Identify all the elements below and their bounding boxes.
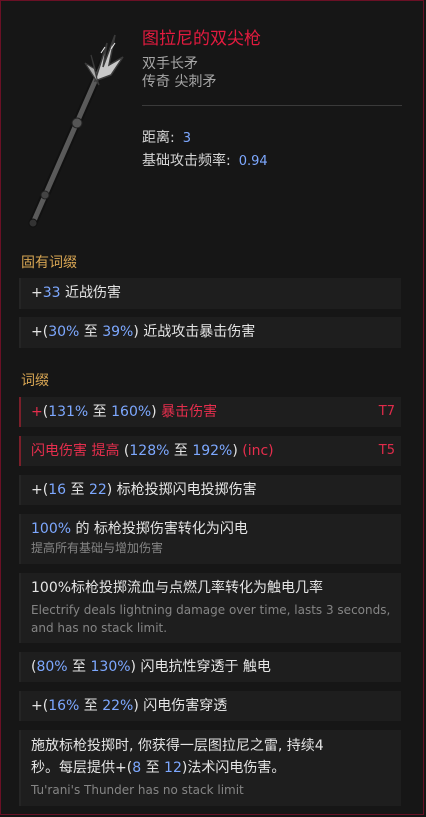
affix-text: 至 [66, 482, 89, 498]
stat-attack-rate: 基础攻击频率: 0.94 [142, 150, 268, 173]
affix-value: 192% [192, 443, 233, 459]
affix-text: )法术闪电伤害。 [181, 760, 286, 776]
affix-text: 至 [169, 443, 193, 459]
item-tooltip: 图拉尼的双尖枪 双手长矛 传奇 尖刺矛 距离: 3 基础攻击频率: 0.94 固有词… [0, 0, 424, 815]
affix-value: 16% [48, 698, 80, 714]
implicit-affix: +(30% 至 39%) 近战攻击暴击伤害 [19, 317, 401, 348]
affix-description: 提高所有基础与增加伤害 [31, 541, 164, 555]
affix-text: ) 标枪投掷闪电投掷伤害 [106, 482, 257, 498]
affix-value: 130% [90, 659, 131, 675]
double-spear-image [28, 34, 124, 228]
affix-text: 的 标枪投掷伤害转化为闪电 [71, 521, 248, 537]
affix-value: 80% [36, 659, 68, 675]
affix-lightning-resist-pen: (80% 至 130%) 闪电抗性穿透于 触电 [19, 652, 401, 682]
affix-text: 秒。每层提供+( [31, 760, 133, 776]
affix-value: 12 [164, 760, 182, 776]
affix-value: 16 [48, 482, 67, 498]
divider [142, 105, 402, 106]
affix-lightning-damage: 闪电伤害 提高 (128% 至 192%) (inc) T5 [19, 436, 401, 466]
affix-value: 131% [48, 404, 89, 420]
stat-label: 基础攻击频率: [142, 153, 231, 169]
affix-section-title: 词缀 [21, 373, 49, 389]
affix-text: +( [31, 324, 49, 340]
affix-javelin-lightning: +(16 至 22) 标枪投掷闪电投掷伤害 [19, 475, 401, 505]
affix-description: Electrify deals lightning damage over ti… [31, 603, 391, 635]
affix-damage-conversion: 100% 的 标枪投掷伤害转化为闪电 提高所有基础与增加伤害 [19, 514, 401, 564]
implicit-affix: +33 近战伤害 [19, 278, 401, 309]
affix-text: 施放标枪投掷时, 你获得一层图拉尼之雷, 持续4 [31, 738, 324, 754]
affix-label: 暴击伤害 [156, 404, 218, 420]
affix-text: 至 [79, 698, 103, 714]
affix-lightning-pen: +(16% 至 22%) 闪电伤害穿透 [19, 691, 401, 721]
implicit-section-title: 固有词缀 [21, 255, 77, 271]
affix-text: + [31, 285, 43, 301]
item-title-block: 图拉尼的双尖枪 双手长矛 传奇 尖刺矛 [142, 29, 412, 106]
affix-text: 近战伤害 [60, 285, 122, 301]
affix-value: 128% [129, 443, 170, 459]
stat-range: 距离: 3 [142, 127, 268, 150]
stat-value: 0.94 [238, 154, 268, 169]
affix-text: ) 近战攻击暴击伤害 [133, 324, 256, 340]
affix-text: +( [31, 698, 49, 714]
affix-text: ) 闪电抗性穿透于 触电 [130, 659, 271, 675]
affix-value: 22 [88, 482, 107, 498]
affix-value: 30% [48, 324, 80, 340]
stat-label: 距离: [142, 130, 175, 146]
item-name: 图拉尼的双尖枪 [142, 29, 261, 49]
item-rarity: 传奇 尖刺矛 [142, 74, 217, 90]
base-stats: 距离: 3 基础攻击频率: 0.94 [142, 127, 268, 173]
affix-turani-thunder: 施放标枪投掷时, 你获得一层图拉尼之雷, 持续4 秒。每层提供+(8 至 12)… [19, 730, 401, 806]
affix-text: 至 [67, 659, 91, 675]
affix-value: 8 [132, 760, 142, 776]
affix-text: ( [119, 443, 130, 459]
tier-badge: T7 [378, 404, 395, 419]
affix-description: Tu'rani's Thunder has no stack limit [31, 783, 244, 797]
affix-electrify-conversion: 100%标枪投掷流血与点燃几率转化为触电几率 Electrify deals l… [19, 573, 401, 643]
affix-value: 22% [102, 698, 134, 714]
affix-text: 至 [88, 404, 112, 420]
affix-text: (inc) [237, 443, 274, 459]
affix-value: 39% [102, 324, 134, 340]
affix-text: ) 闪电伤害穿透 [133, 698, 228, 714]
affix-value: 100% [31, 521, 72, 537]
affix-value: 160% [111, 404, 152, 420]
affix-value: 33 [42, 285, 61, 301]
stat-value: 3 [182, 131, 191, 146]
affix-text: 至 [79, 324, 103, 340]
affix-label: 闪电伤害 提高 [31, 443, 120, 459]
affix-text: 至 [141, 760, 165, 776]
affix-text: 100%标枪投掷流血与点燃几率转化为触电几率 [31, 580, 324, 596]
affix-text: +( [31, 482, 49, 498]
tier-badge: T5 [378, 443, 395, 458]
item-header: 图拉尼的双尖枪 双手长矛 传奇 尖刺矛 距离: 3 基础攻击频率: 0.94 [1, 1, 423, 231]
affix-crit-damage: +(131% 至 160%) 暴击伤害 T7 [19, 397, 401, 427]
affix-text: + [31, 404, 43, 420]
item-type: 双手长矛 [142, 56, 198, 72]
